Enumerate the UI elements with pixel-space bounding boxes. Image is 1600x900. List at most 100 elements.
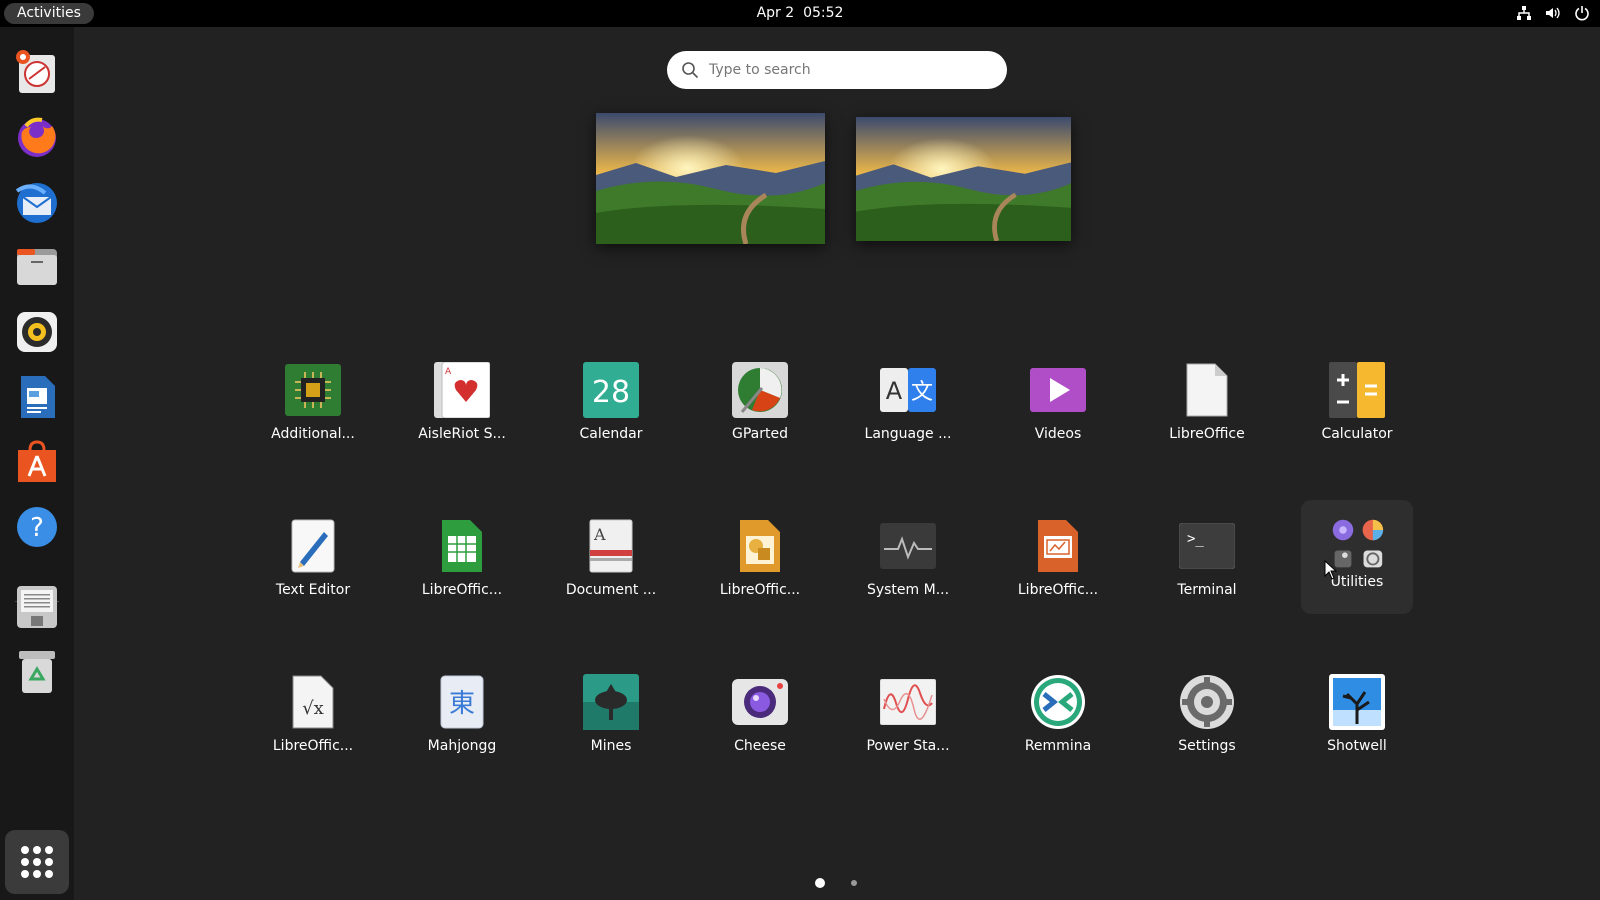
system-tray[interactable] [1516,5,1590,21]
app-language-support[interactable]: A文 Language ... [852,350,964,462]
app-label: Utilities [1330,574,1384,590]
cards-icon: A [434,362,490,418]
trash-icon [19,651,55,693]
power-icon[interactable] [1574,5,1590,21]
top-bar: Activities Apr 2 05:52 [0,0,1600,27]
search-bar[interactable] [667,51,1007,89]
app-aisleriot[interactable]: A AisleRiot S... [406,350,518,462]
svg-text:A: A [593,525,606,544]
workspace-thumbnail-1[interactable] [596,113,825,244]
app-label: AisleRiot S... [418,426,506,442]
dock-help[interactable]: ? [12,502,62,552]
volume-icon[interactable] [1545,5,1561,21]
software-icon [18,440,56,482]
app-settings[interactable]: Settings [1151,662,1263,774]
app-system-monitor[interactable]: System M... [852,506,964,618]
app-label: GParted [732,426,788,442]
app-libreoffice-calc[interactable]: LibreOffic... [406,506,518,618]
impress-icon [1038,520,1078,572]
app-label: LibreOffic... [272,738,354,754]
app-label: Calendar [579,426,643,442]
cheese-icon [732,679,788,725]
language-icon: A文 [880,368,936,412]
app-document-viewer[interactable]: A Document ... [555,506,667,618]
app-libreoffice[interactable]: LibreOffice [1151,350,1263,462]
dock-libreoffice-writer[interactable] [12,372,62,422]
app-utilities-folder[interactable]: Utilities [1301,500,1413,614]
wallpaper-thumbnail [596,113,825,244]
dock-installer[interactable] [12,47,62,97]
app-calendar[interactable]: 28 Calendar [555,350,667,462]
app-label: LibreOffice [1169,426,1245,442]
app-cheese[interactable]: Cheese [704,662,816,774]
show-apps-button[interactable] [5,830,69,894]
dock-disk[interactable] [12,582,62,632]
app-additional-drivers[interactable]: Additional... [257,350,369,462]
dock: ? [0,27,74,900]
thunderbird-icon [15,183,57,223]
dock-thunderbird[interactable] [12,177,62,227]
document-viewer-icon: A [589,519,633,573]
terminal-icon: >_ [1179,523,1235,569]
calendar-icon: 28 [583,362,639,418]
writer-icon [21,376,55,418]
settings-icon [1180,675,1234,729]
videos-icon [1030,368,1086,412]
app-gparted[interactable]: GParted [704,350,816,462]
help-icon: ? [17,507,57,547]
app-libreoffice-impress[interactable]: LibreOffic... [1002,506,1114,618]
installer-icon [16,50,55,93]
app-label: LibreOffic... [421,582,503,598]
gparted-icon [732,362,788,418]
app-label: Settings [1178,738,1236,754]
app-mines[interactable]: Mines [555,662,667,774]
app-label: LibreOffic... [1017,582,1099,598]
dock-trash[interactable] [12,647,62,697]
app-label: Text Editor [275,582,351,598]
clock: Apr 2 05:52 [0,0,1600,27]
dock-files[interactable] [12,242,62,292]
page-indicator-2[interactable] [851,880,857,886]
app-label: Calculator [1321,426,1393,442]
app-shotwell[interactable]: Shotwell [1301,662,1413,774]
chip-icon [285,364,341,416]
mouse-pointer-icon [1324,560,1338,580]
app-remmina[interactable]: Remmina [1002,662,1114,774]
app-text-editor[interactable]: Text Editor [257,506,369,618]
dock-software[interactable] [12,437,62,487]
draw-icon [740,520,780,572]
app-videos[interactable]: Videos [1002,350,1114,462]
app-terminal[interactable]: >_ Terminal [1151,506,1263,618]
calculator-icon [1329,362,1385,418]
mahjongg-icon: 東 [440,675,484,729]
text-editor-icon [291,519,335,573]
network-icon[interactable] [1516,5,1532,21]
wallpaper-thumbnail [856,117,1071,241]
clock-date: Apr 2 [756,5,795,21]
app-libreoffice-math[interactable]: √x LibreOffic... [257,662,369,774]
app-label: Power Sta... [866,738,950,754]
app-calculator[interactable]: Calculator [1301,350,1413,462]
workspace-thumbnail-2[interactable] [856,117,1071,241]
files-icon [17,249,57,285]
rhythmbox-icon [17,312,57,352]
calc-sheet-icon [442,520,482,572]
page-indicator-1[interactable] [815,878,825,888]
disk-icon [17,586,57,628]
app-power-statistics[interactable]: Power Sta... [852,662,964,774]
activities-button[interactable]: Activities [4,3,94,24]
mahjongg-glyph: 東 [449,689,475,719]
dock-firefox[interactable] [12,112,62,162]
app-label: Mahjongg [427,738,497,754]
app-mahjongg[interactable]: 東 Mahjongg [406,662,518,774]
svg-text:√x: √x [302,698,324,719]
dock-rhythmbox[interactable] [12,307,62,357]
clock-time: 05:52 [803,5,844,21]
libreoffice-icon [1186,363,1228,417]
shotwell-icon [1329,674,1385,730]
search-input[interactable] [709,62,989,78]
app-libreoffice-draw[interactable]: LibreOffic... [704,506,816,618]
app-label: Videos [1034,426,1082,442]
clock-button[interactable]: Apr 2 05:52 [757,5,844,21]
svg-text:文: 文 [911,380,933,405]
